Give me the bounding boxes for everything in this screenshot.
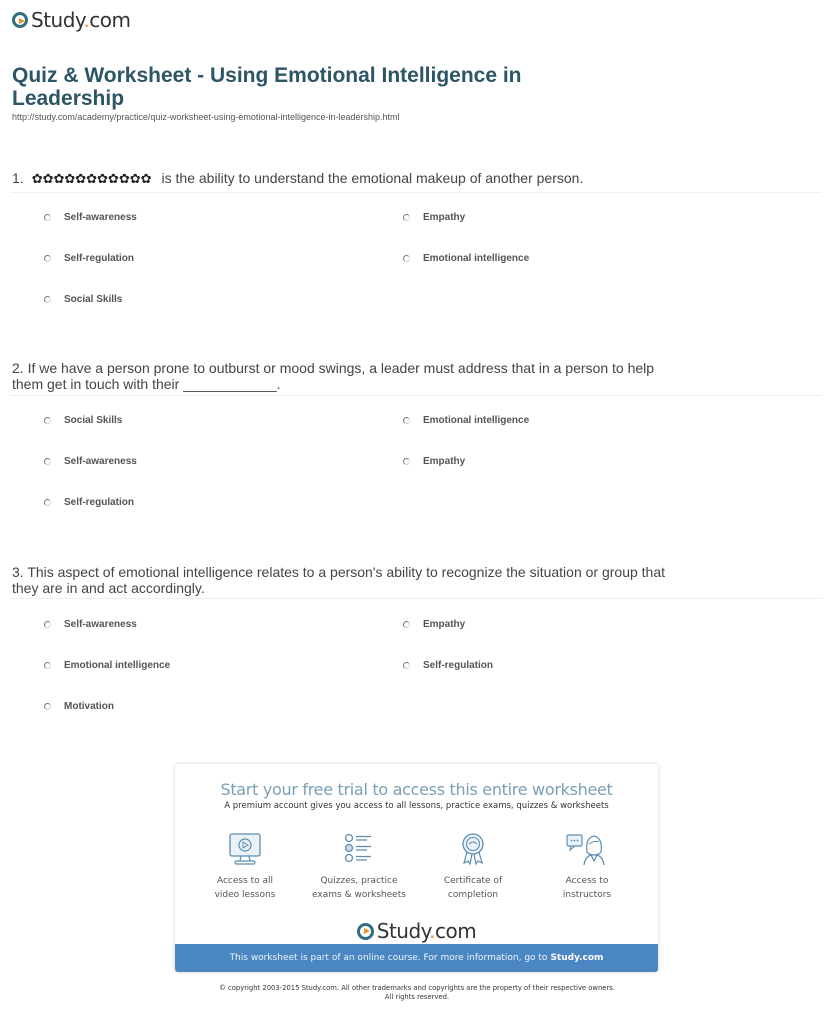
study-com-link[interactable]: Study.com bbox=[550, 953, 603, 963]
answer-option[interactable]: Social Skills bbox=[44, 294, 122, 305]
copyright-notice: © copyright 2003-2015 Study.com. All oth… bbox=[219, 984, 615, 1001]
divider bbox=[10, 598, 822, 599]
radio-button[interactable] bbox=[403, 458, 410, 465]
free-trial-promo[interactable]: Start your free trial to access this ent… bbox=[175, 764, 658, 972]
logo-text: Study.com bbox=[31, 8, 131, 32]
radio-button[interactable] bbox=[44, 499, 51, 506]
radio-button[interactable] bbox=[44, 458, 51, 465]
question-number: 1. bbox=[12, 170, 24, 186]
radio-button[interactable] bbox=[403, 621, 410, 628]
answer-option[interactable]: Emotional intelligence bbox=[403, 415, 529, 426]
course-info-banner[interactable]: This worksheet is part of an online cour… bbox=[175, 944, 658, 972]
radio-button[interactable] bbox=[44, 255, 51, 262]
certificate-icon bbox=[462, 833, 484, 866]
answer-option[interactable]: Empathy bbox=[403, 456, 465, 467]
radio-button[interactable] bbox=[403, 255, 410, 262]
radio-button[interactable] bbox=[44, 296, 51, 303]
divider bbox=[10, 395, 822, 396]
question-1: 1. ✿✿✿✿✿✿✿✿✿✿✿ is the ability to understan… bbox=[12, 170, 812, 187]
divider bbox=[10, 192, 822, 193]
promo-study-logo[interactable]: Study.com bbox=[175, 919, 658, 943]
video-lesson-icon bbox=[229, 833, 261, 865]
radio-button[interactable] bbox=[403, 662, 410, 669]
page-title: Quiz & Worksheet - Using Emotional Intel… bbox=[12, 64, 522, 110]
answer-option[interactable]: Emotional intelligence bbox=[403, 253, 529, 264]
answer-option[interactable]: Empathy bbox=[403, 619, 465, 630]
radio-button[interactable] bbox=[44, 662, 51, 669]
feature-instructors: Access to instructors bbox=[537, 832, 637, 902]
promo-headline[interactable]: Start your free trial to access this ent… bbox=[175, 780, 658, 799]
answer-option[interactable]: Self-regulation bbox=[403, 660, 493, 671]
answer-option[interactable]: Social Skills bbox=[44, 415, 122, 426]
radio-button[interactable] bbox=[44, 703, 51, 710]
radio-button[interactable] bbox=[44, 621, 51, 628]
radio-button[interactable] bbox=[403, 417, 410, 424]
answer-option[interactable]: Emotional intelligence bbox=[44, 660, 170, 671]
feature-quizzes: Quizzes, practice exams & worksheets bbox=[309, 832, 409, 902]
page-url: http://study.com/academy/practice/quiz-w… bbox=[12, 112, 400, 122]
study-logo[interactable]: Study.com bbox=[12, 8, 131, 32]
feature-certificate: Certificate of completion bbox=[423, 832, 523, 902]
quiz-list-icon bbox=[344, 833, 371, 863]
instructor-icon bbox=[566, 834, 605, 866]
question-2: 2. If we have a person prone to outburst… bbox=[12, 360, 655, 392]
radio-button[interactable] bbox=[44, 214, 51, 221]
radio-button[interactable] bbox=[403, 214, 410, 221]
answer-option[interactable]: Self-awareness bbox=[44, 212, 137, 223]
answer-option[interactable]: Self-regulation bbox=[44, 253, 134, 264]
answer-option[interactable]: Empathy bbox=[403, 212, 465, 223]
question-text: is the ability to understand the emotion… bbox=[161, 170, 584, 186]
question-3: 3. This aspect of emotional intelligence… bbox=[12, 564, 666, 596]
hidden-term: ✿✿✿✿✿✿✿✿✿✿✿ bbox=[31, 171, 152, 186]
answer-option[interactable]: Motivation bbox=[44, 701, 114, 712]
feature-video-lessons: Access to all video lessons bbox=[195, 832, 295, 902]
answer-option[interactable]: Self-awareness bbox=[44, 619, 137, 630]
play-logo-icon bbox=[12, 12, 28, 28]
radio-button[interactable] bbox=[44, 417, 51, 424]
play-logo-icon bbox=[356, 922, 374, 940]
answer-option[interactable]: Self-awareness bbox=[44, 456, 137, 467]
promo-subhead: A premium account gives you access to al… bbox=[224, 801, 609, 811]
answer-option[interactable]: Self-regulation bbox=[44, 497, 134, 508]
